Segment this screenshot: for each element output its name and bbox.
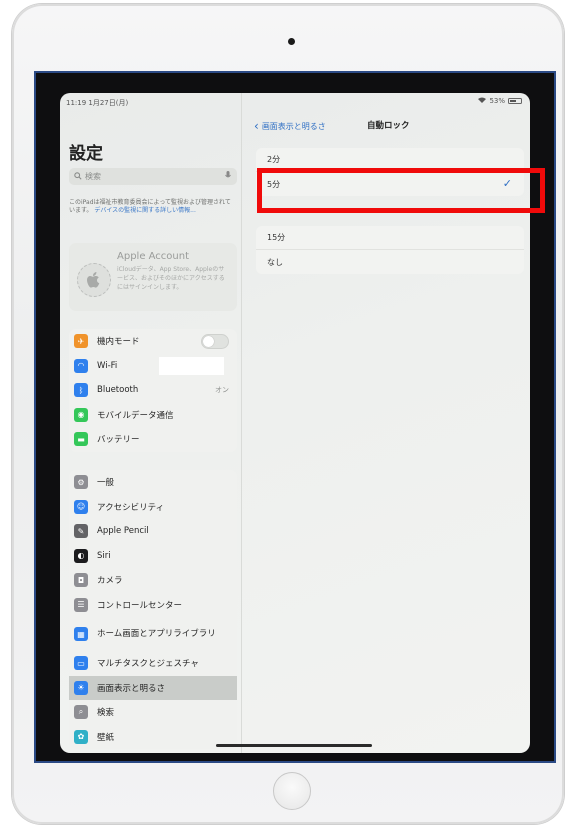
home-button[interactable] — [273, 772, 311, 810]
sidebar-item[interactable]: ✎ Apple Pencil — [69, 519, 237, 544]
redacted-network-name — [159, 356, 224, 375]
siri-icon: ◐ — [74, 548, 88, 563]
airplane-icon: ✈ — [74, 334, 88, 349]
sidebar-item[interactable]: ⚙ 一般 — [69, 470, 237, 495]
wifi-icon: ◠ — [74, 358, 88, 373]
auto-lock-option-label: 15分 — [267, 233, 286, 242]
home-indicator — [216, 744, 372, 747]
battery-icon: ▬ — [74, 432, 88, 447]
accessibility-icon: ☺ — [74, 499, 88, 514]
wifi-status-icon — [478, 97, 487, 105]
wallpaper-icon: ✿ — [74, 729, 88, 744]
account-description: iCloudデータ、App Store、Appleのサービス、およびそのほかにア… — [117, 266, 225, 291]
status-indicators: 53% — [478, 97, 522, 105]
back-label: 画面表示と明るさ — [261, 121, 326, 131]
sidebar-item-label: コントロールセンター — [97, 600, 183, 611]
gear-icon: ⚙ — [74, 475, 88, 490]
brightness-icon: ☀ — [74, 680, 88, 695]
sidebar-item-label: 検索 — [97, 708, 115, 719]
sidebar-item-label: Bluetooth — [97, 385, 139, 396]
settings-sidebar: 設定 検索 このiPadは福祉市教育委員会によって監視および管理されています。 … — [60, 93, 242, 753]
camera-icon: ◘ — [74, 573, 88, 588]
search-input[interactable]: 検索 — [69, 168, 237, 185]
sidebar-item[interactable]: ✿ 壁紙 — [69, 725, 237, 750]
sidebar-item[interactable]: ⌕ 検索 — [69, 700, 237, 725]
battery-percent: 53% — [489, 97, 505, 105]
connectivity-group: ✈ 機内モード ◠ Wi-Fi ᛒ Bluetooth オン ◉ モバイルデータ通信 ▬ バッテリー — [69, 329, 237, 452]
sidebar-item[interactable]: ◉ モバイルデータ通信 — [69, 403, 237, 428]
sidebar-item-label: バッテリー — [97, 435, 140, 446]
pencil-icon: ✎ — [74, 524, 88, 539]
managed-notice: このiPadは福祉市教育委員会によって監視および管理されています。 デバイスの監… — [69, 199, 234, 215]
search-placeholder: 検索 — [85, 172, 101, 181]
sidebar-item[interactable]: ☺ アクセシビリティ — [69, 495, 237, 520]
apple-logo-icon — [77, 263, 111, 297]
detail-title: 自動ロック — [367, 121, 410, 131]
sidebar-item[interactable]: ✈ 機内モード — [69, 329, 237, 354]
bluetooth-icon: ᛒ — [74, 383, 88, 398]
sidebar-item[interactable]: ◠ Wi-Fi — [69, 354, 237, 379]
chevron-left-icon: ‹ — [254, 119, 259, 133]
sidebar-item[interactable]: ▭ マルチタスクとジェスチャ — [69, 651, 237, 676]
account-title: Apple Account — [117, 251, 190, 262]
sidebar-item-label: 一般 — [97, 478, 115, 489]
general-group: ⚙ 一般 ☺ アクセシビリティ ✎ Apple Pencil ◐ Siri ◘ カメラ ☰ コントロー… — [69, 470, 237, 749]
auto-lock-option-label: なし — [267, 257, 283, 267]
sidebar-item-label: アクセシビリティ — [97, 502, 165, 513]
sidebar-item[interactable]: ▦ ホーム画面とアプリライブラリ — [69, 617, 237, 651]
back-button[interactable]: ‹ 画面表示と明るさ — [254, 119, 326, 133]
sidebar-item-label: Apple Pencil — [97, 526, 149, 537]
highlight-annotation-box — [257, 168, 545, 213]
sidebar-item[interactable]: ᛒ Bluetooth オン — [69, 378, 237, 403]
sidebar-item-label: マルチタスクとジェスチャ — [97, 659, 199, 670]
sidebar-item-value: オン — [215, 386, 229, 395]
auto-lock-option[interactable]: 15分 — [256, 226, 524, 250]
sidebar-item[interactable]: ▬ バッテリー — [69, 427, 237, 452]
apple-account-card[interactable]: Apple Account iCloudデータ、App Store、Appleの… — [69, 243, 237, 311]
sidebar-item[interactable]: ◘ カメラ — [69, 568, 237, 593]
sidebar-item-label: モバイルデータ通信 — [97, 410, 174, 421]
battery-icon — [508, 98, 522, 104]
airplane-mode-toggle[interactable] — [201, 334, 229, 349]
multitask-icon: ▭ — [74, 656, 88, 671]
sidebar-item-label: Siri — [97, 550, 111, 561]
microphone-icon[interactable] — [225, 171, 231, 182]
sidebar-item[interactable]: ☰ コントロールセンター — [69, 593, 237, 618]
managed-notice-link[interactable]: デバイスの監視に関する詳しい情報... — [94, 207, 196, 214]
sidebar-item-label: ホーム画面とアプリライブラリ — [97, 628, 216, 639]
front-camera — [288, 38, 295, 45]
sidebar-item-label: 画面表示と明るさ — [97, 683, 166, 694]
home-screen-icon: ▦ — [74, 627, 88, 641]
search-icon: ⌕ — [74, 705, 88, 720]
control-center-icon: ☰ — [74, 597, 88, 612]
antenna-icon: ◉ — [74, 407, 88, 422]
sidebar-item[interactable]: ☀ 画面表示と明るさ — [69, 675, 237, 700]
auto-lock-option[interactable]: なし — [256, 250, 524, 274]
sidebar-item-label: 壁紙 — [97, 732, 115, 743]
page-title: 設定 — [69, 144, 103, 164]
search-icon — [74, 171, 82, 182]
auto-lock-option-label: 2分 — [267, 155, 281, 164]
sidebar-item-label: カメラ — [97, 576, 123, 587]
sidebar-item[interactable]: ◐ Siri — [69, 544, 237, 569]
auto-lock-options-bottom: 15分なし — [256, 226, 524, 274]
